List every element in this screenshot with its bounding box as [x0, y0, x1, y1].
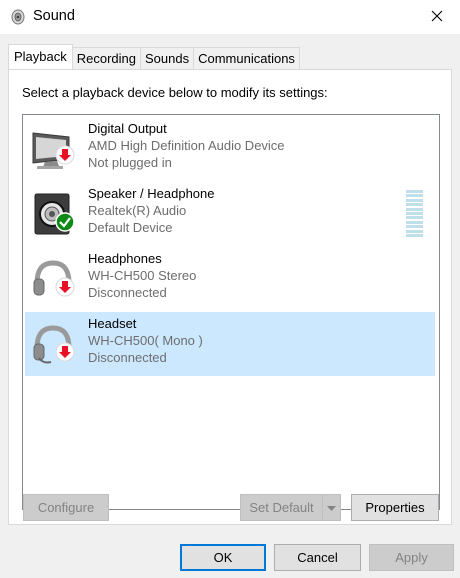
device-name: Speaker / Headphone	[88, 186, 215, 201]
speaker-icon	[29, 190, 77, 238]
device-name: Headphones	[88, 251, 162, 266]
list-item-headset[interactable]: Headset WH-CH500( Mono ) Disconnected	[25, 312, 435, 376]
close-icon	[431, 10, 443, 25]
playback-panel: Select a playback device below to modify…	[8, 69, 452, 525]
dialog-body: Playback Recording Sounds Communications…	[0, 34, 460, 578]
device-description: AMD High Definition Audio Device	[88, 138, 285, 153]
tab-strip: Playback Recording Sounds Communications	[8, 44, 300, 69]
volume-level-meter	[406, 190, 423, 242]
device-name: Headset	[88, 316, 137, 331]
device-description: WH-CH500 Stereo	[88, 268, 197, 283]
window-title: Sound	[33, 8, 75, 24]
cancel-button[interactable]: Cancel	[274, 544, 361, 571]
green-check-badge	[55, 212, 75, 235]
close-button[interactable]	[414, 0, 460, 34]
panel-prompt: Select a playback device below to modify…	[22, 85, 328, 100]
tab-sounds[interactable]: Sounds	[140, 47, 195, 69]
speaker-icon	[10, 9, 26, 25]
device-status: Not plugged in	[88, 155, 172, 170]
title-bar: Sound	[0, 0, 460, 34]
tab-communications[interactable]: Communications	[193, 47, 300, 69]
device-list[interactable]: Digital Output AMD High Definition Audio…	[22, 114, 440, 510]
device-description: Realtek(R) Audio	[88, 203, 187, 218]
tab-playback[interactable]: Playback	[8, 44, 73, 69]
list-item-digital-output[interactable]: Digital Output AMD High Definition Audio…	[25, 117, 435, 181]
device-name: Digital Output	[88, 121, 167, 136]
properties-button[interactable]: Properties	[351, 494, 439, 521]
set-default-dropdown[interactable]	[322, 494, 341, 521]
device-description: WH-CH500( Mono )	[88, 333, 203, 348]
apply-button[interactable]: Apply	[369, 544, 454, 571]
device-status: Disconnected	[88, 285, 167, 300]
headset-icon	[29, 320, 77, 368]
red-down-arrow-badge	[55, 277, 75, 300]
list-item-speaker-headphone[interactable]: Speaker / Headphone Realtek(R) Audio Def…	[25, 182, 435, 246]
red-down-arrow-badge	[55, 145, 75, 168]
tab-recording[interactable]: Recording	[71, 47, 142, 69]
set-default-button[interactable]: Set Default	[240, 494, 323, 521]
red-down-arrow-badge	[55, 342, 75, 365]
device-status: Default Device	[88, 220, 173, 235]
monitor-icon	[29, 125, 77, 173]
chevron-down-icon	[327, 500, 336, 515]
configure-button[interactable]: Configure	[23, 494, 109, 521]
device-status: Disconnected	[88, 350, 167, 365]
ok-button[interactable]: OK	[180, 544, 266, 571]
list-item-headphones[interactable]: Headphones WH-CH500 Stereo Disconnected	[25, 247, 435, 311]
headphones-icon	[29, 255, 77, 303]
